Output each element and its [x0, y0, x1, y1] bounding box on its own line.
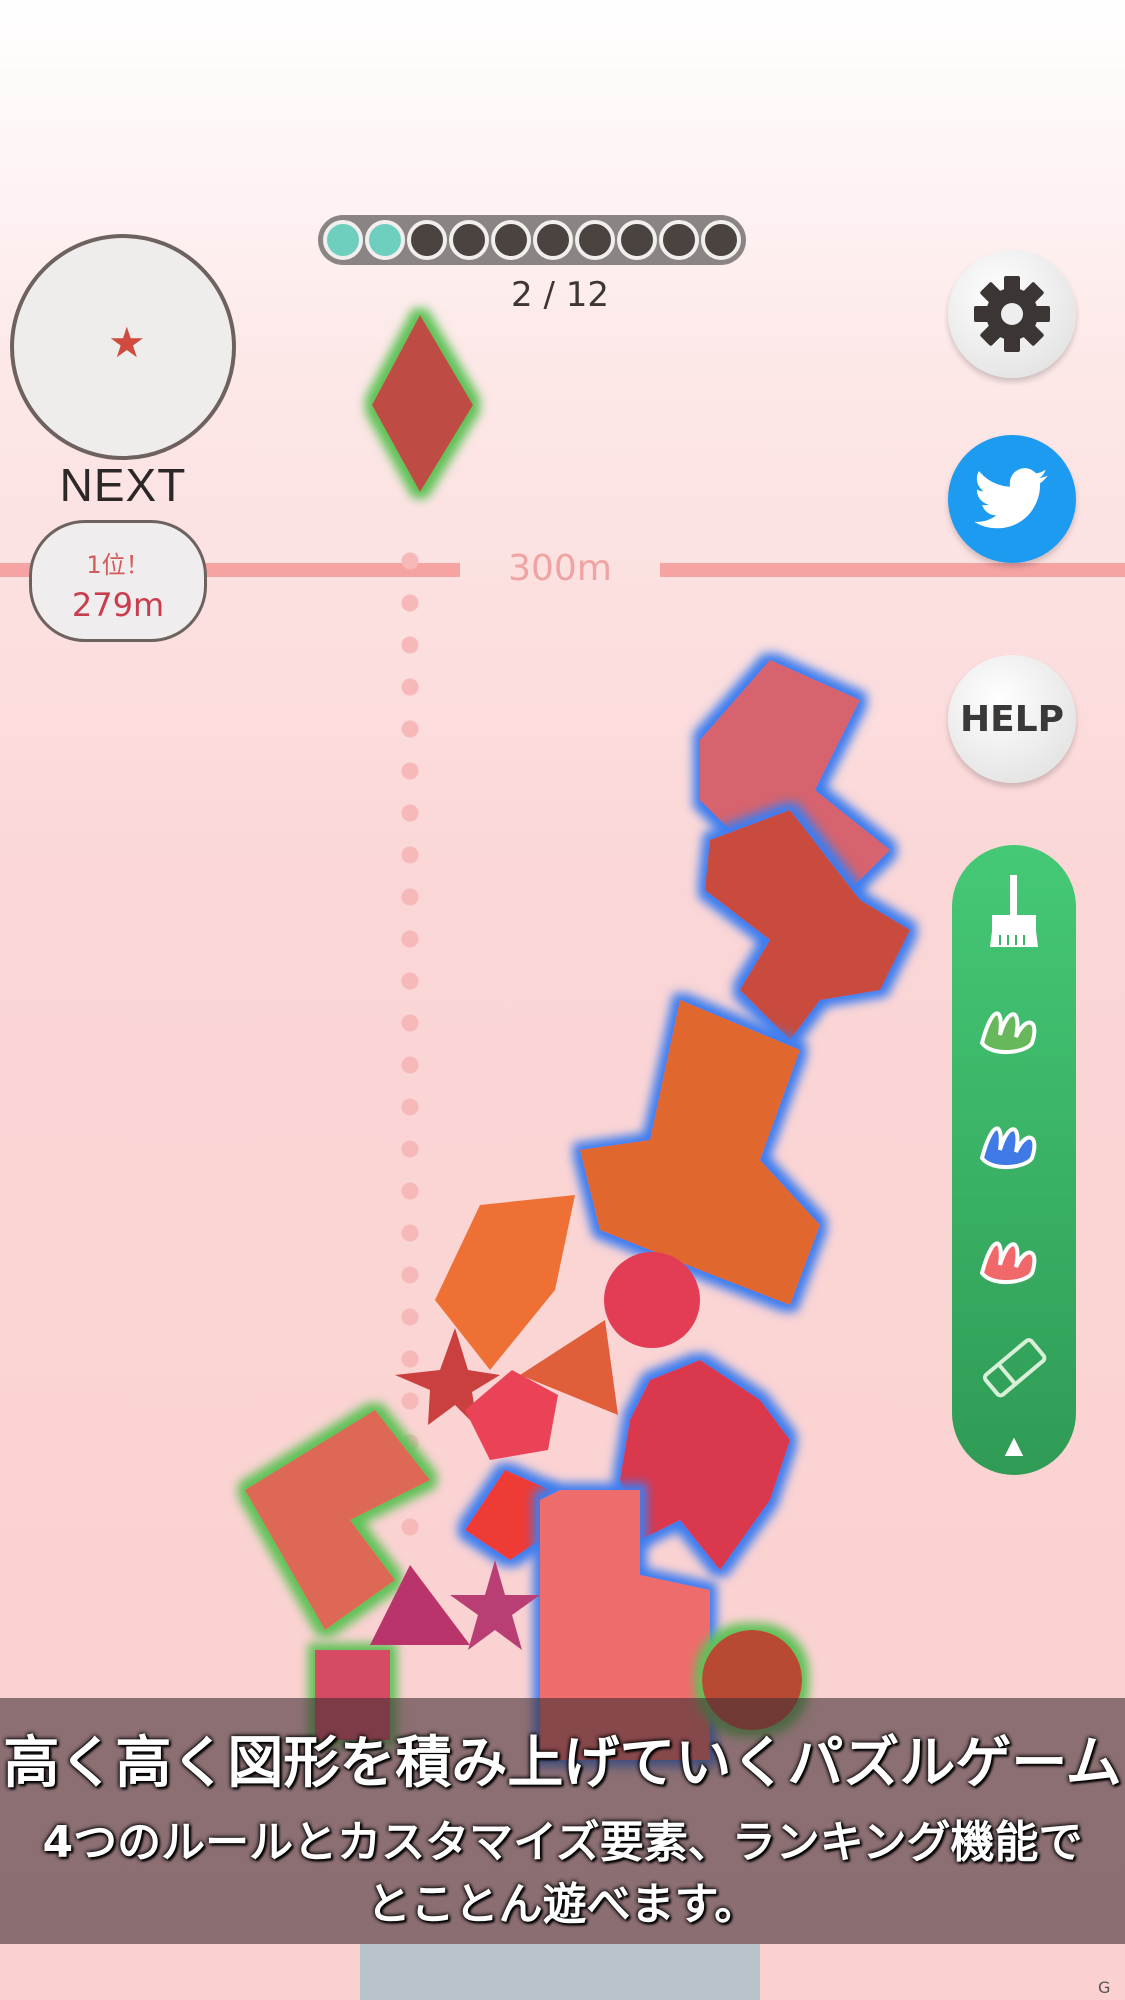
watermark-logo: G	[1098, 1978, 1111, 1997]
t-piece-orange	[580, 1000, 820, 1305]
falling-diamond-piece[interactable]	[372, 315, 473, 492]
tool-palette: ▲	[952, 845, 1076, 1475]
promo-caption: 高く高く図形を積み上げていくパズルゲーム 4つのルールとカスタマイズ要素、ランキ…	[0, 1698, 1125, 1944]
eraser-icon[interactable]	[974, 1327, 1054, 1407]
twitter-share-button[interactable]	[948, 435, 1076, 563]
green-paint-icon[interactable]	[974, 985, 1054, 1065]
caption-subline-1: 4つのルールとカスタマイズ要素、ランキング機能で	[42, 1817, 1083, 1868]
gear-icon	[974, 276, 1050, 352]
ground-platform	[360, 1944, 760, 2000]
expand-arrow-icon[interactable]: ▲	[952, 1431, 1076, 1459]
x-piece-crimson	[620, 1360, 790, 1570]
help-button[interactable]: HELP	[948, 655, 1076, 783]
twitter-icon	[975, 468, 1048, 529]
blue-paint-icon[interactable]	[974, 1100, 1054, 1180]
circle-crimson	[604, 1252, 700, 1348]
settings-button[interactable]	[948, 250, 1076, 378]
red-paint-icon[interactable]	[974, 1215, 1054, 1295]
broom-icon[interactable]	[974, 871, 1054, 951]
caption-headline: 高く高く図形を積み上げていくパズルゲーム	[3, 1731, 1122, 1796]
caption-subline-2: とことん遊べます。	[366, 1879, 759, 1930]
